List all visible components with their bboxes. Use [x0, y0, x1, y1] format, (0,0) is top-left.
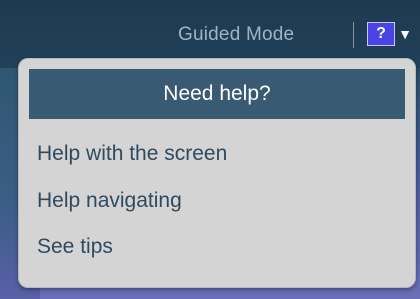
help-menu-button[interactable]: ? ▼ [367, 22, 417, 46]
question-mark-icon[interactable]: ? [367, 22, 395, 46]
menu-item-help-navigating[interactable]: Help navigating [37, 186, 182, 216]
guided-mode-label: Guided Mode [178, 24, 295, 45]
menu-item-see-tips[interactable]: See tips [37, 232, 113, 262]
help-dropdown-menu: Need help? Help with the screen Help nav… [18, 58, 416, 288]
header-divider [353, 22, 354, 48]
menu-title: Need help? [29, 69, 405, 119]
chevron-down-icon[interactable]: ▼ [397, 24, 413, 46]
menu-item-help-with-screen[interactable]: Help with the screen [37, 139, 227, 169]
